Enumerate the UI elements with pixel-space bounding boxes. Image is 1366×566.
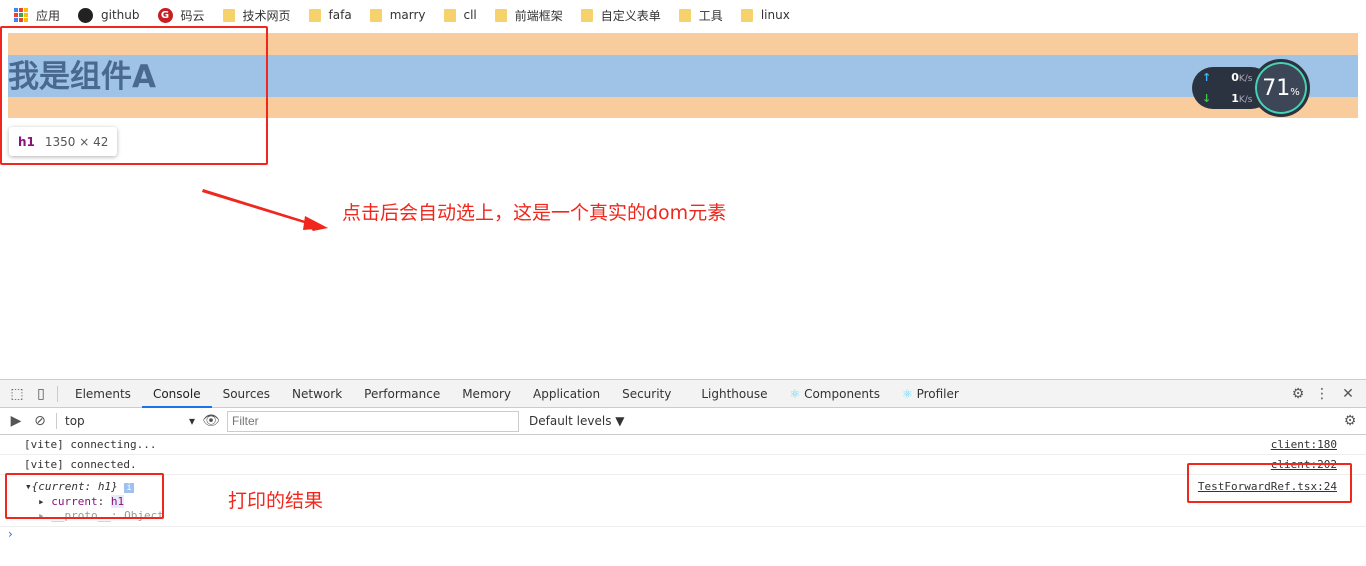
annotation-text-result: 打印的结果 bbox=[228, 490, 324, 512]
upload-speed: 0 bbox=[1231, 71, 1239, 84]
bookmark-item[interactable]: linux bbox=[740, 8, 790, 22]
tab-components[interactable]: ⚛ Components bbox=[779, 380, 892, 408]
annotation-box bbox=[0, 26, 268, 165]
chevron-down-icon: ▾ bbox=[188, 414, 195, 428]
bookmark-item[interactable]: github bbox=[78, 7, 140, 23]
tab-security[interactable]: Security bbox=[611, 380, 682, 408]
tab-console[interactable]: Console bbox=[141, 380, 212, 408]
bookmark-label: fafa bbox=[328, 8, 352, 22]
tab-label: Memory bbox=[462, 386, 512, 401]
tab-label: Console bbox=[152, 386, 201, 401]
log-source-link[interactable]: client:180 bbox=[1271, 438, 1337, 451]
inspect-icon[interactable]: ⬚ bbox=[9, 386, 25, 402]
download-speed: 1 bbox=[1231, 92, 1239, 105]
console-settings-icon[interactable]: ⚙ bbox=[1342, 413, 1358, 429]
bookmark-label: cll bbox=[463, 8, 477, 22]
download-arrow-icon: ↓ bbox=[1202, 92, 1212, 105]
folder-icon bbox=[494, 8, 507, 22]
tab-label: Application bbox=[533, 386, 601, 401]
annotation-arrow bbox=[202, 189, 328, 231]
bookmark-item[interactable]: 工具 bbox=[678, 7, 723, 24]
object-log-row: ▾{current: h1} i ▸ current: h1 ▸ __proto… bbox=[0, 475, 1366, 527]
devtools-tabbar: ⬚ ▯ Elements Console Sources Network Perform… bbox=[0, 380, 1366, 408]
react-icon: ⚛ bbox=[902, 386, 917, 401]
tab-label: Elements bbox=[75, 386, 131, 401]
sidebar-toggle-icon[interactable]: ▶ bbox=[8, 413, 24, 429]
console-prompt[interactable]: › bbox=[0, 527, 1366, 541]
tab-label: Components bbox=[804, 386, 880, 401]
gauge-value: 71 bbox=[1262, 75, 1291, 101]
close-icon[interactable]: ✕ bbox=[1340, 386, 1356, 402]
folder-icon bbox=[369, 8, 382, 22]
bookmark-item[interactable]: cll bbox=[443, 8, 477, 22]
tab-lighthouse[interactable]: Lighthouse bbox=[690, 380, 778, 408]
bookmark-label: 技术网页 bbox=[242, 8, 291, 23]
annotation-box-source bbox=[1187, 463, 1352, 503]
filter-input[interactable] bbox=[227, 410, 519, 432]
log-text: [vite] connected. bbox=[24, 458, 137, 471]
settings-gear-icon[interactable]: ⚙ bbox=[1290, 386, 1306, 402]
bookmark-label: 工具 bbox=[698, 8, 723, 23]
folder-icon bbox=[580, 8, 593, 22]
bookmark-item[interactable]: G 码云 bbox=[157, 7, 205, 24]
log-text: [vite] connecting... bbox=[24, 438, 157, 451]
context-select[interactable]: top ▾ bbox=[65, 414, 195, 428]
gitee-icon: G bbox=[157, 7, 173, 23]
bookmark-item[interactable]: fafa bbox=[308, 8, 352, 22]
tab-sources[interactable]: Sources bbox=[212, 380, 281, 408]
log-row: [vite] connecting... client:180 bbox=[0, 435, 1366, 455]
tab-label: Security bbox=[622, 386, 672, 401]
more-menu-icon[interactable]: ⋮ bbox=[1314, 386, 1330, 402]
bookmark-label: marry bbox=[389, 8, 426, 22]
react-icon: ⚛ bbox=[789, 386, 805, 401]
annotation-text-dom: 点击后会自动选上，这是一个真实的dom元素 bbox=[342, 202, 727, 224]
upload-arrow-icon: ↑ bbox=[1202, 71, 1212, 84]
bookmark-item[interactable]: 技术网页 bbox=[222, 7, 291, 24]
tab-label: Performance bbox=[364, 386, 441, 401]
tab-performance[interactable]: Performance bbox=[353, 380, 451, 408]
github-icon bbox=[78, 7, 94, 23]
bookmark-label: 码云 bbox=[180, 8, 205, 23]
memory-gauge[interactable]: 71% bbox=[1252, 59, 1310, 117]
tab-label: Network bbox=[292, 386, 343, 401]
tab-elements[interactable]: Elements bbox=[64, 380, 142, 408]
download-unit: K/s bbox=[1238, 95, 1253, 105]
tab-label: Sources bbox=[222, 386, 271, 401]
apps-icon bbox=[14, 8, 28, 22]
bookmark-label: linux bbox=[760, 8, 790, 22]
devtools-panel: ⬚ ▯ Elements Console Sources Network Perform… bbox=[0, 379, 1366, 566]
tab-label: Lighthouse bbox=[701, 386, 768, 401]
folder-icon bbox=[222, 8, 235, 22]
bookmark-label: 前端框架 bbox=[514, 8, 563, 23]
tab-memory[interactable]: Memory bbox=[451, 380, 522, 408]
console-toolbar: ▶ ⊘ top ▾ 👁 Default levels ▼ ⚙ bbox=[0, 408, 1366, 435]
tab-profiler[interactable]: ⚛ Profiler bbox=[891, 380, 970, 408]
upload-unit: K/s bbox=[1238, 74, 1253, 84]
log-row: [vite] connected. client:202 bbox=[0, 455, 1366, 475]
folder-icon bbox=[740, 8, 753, 22]
tab-application[interactable]: Application bbox=[522, 380, 611, 408]
annotation-box-log bbox=[5, 473, 164, 519]
bookmark-label: 自定义表单 bbox=[600, 8, 661, 23]
context-value: top bbox=[65, 414, 85, 428]
gauge-unit: % bbox=[1290, 86, 1300, 98]
folder-icon bbox=[443, 8, 456, 22]
bookmark-item[interactable]: 应用 bbox=[14, 7, 60, 24]
bookmark-item[interactable]: 自定义表单 bbox=[580, 7, 661, 24]
bookmark-item[interactable]: marry bbox=[369, 8, 426, 22]
clear-console-icon[interactable]: ⊘ bbox=[32, 413, 48, 429]
folder-icon bbox=[678, 8, 691, 22]
tab-network[interactable]: Network bbox=[281, 380, 353, 408]
device-toggle-icon[interactable]: ▯ bbox=[33, 386, 49, 402]
levels-dropdown[interactable]: Default levels ▼ bbox=[529, 414, 625, 428]
tab-label: Profiler bbox=[916, 386, 959, 401]
bookmark-label: github bbox=[101, 8, 140, 22]
eye-icon[interactable]: 👁 bbox=[202, 413, 220, 429]
bookmark-item[interactable]: 前端框架 bbox=[494, 7, 563, 24]
bookmark-label: 应用 bbox=[36, 8, 61, 23]
folder-icon bbox=[308, 8, 321, 22]
